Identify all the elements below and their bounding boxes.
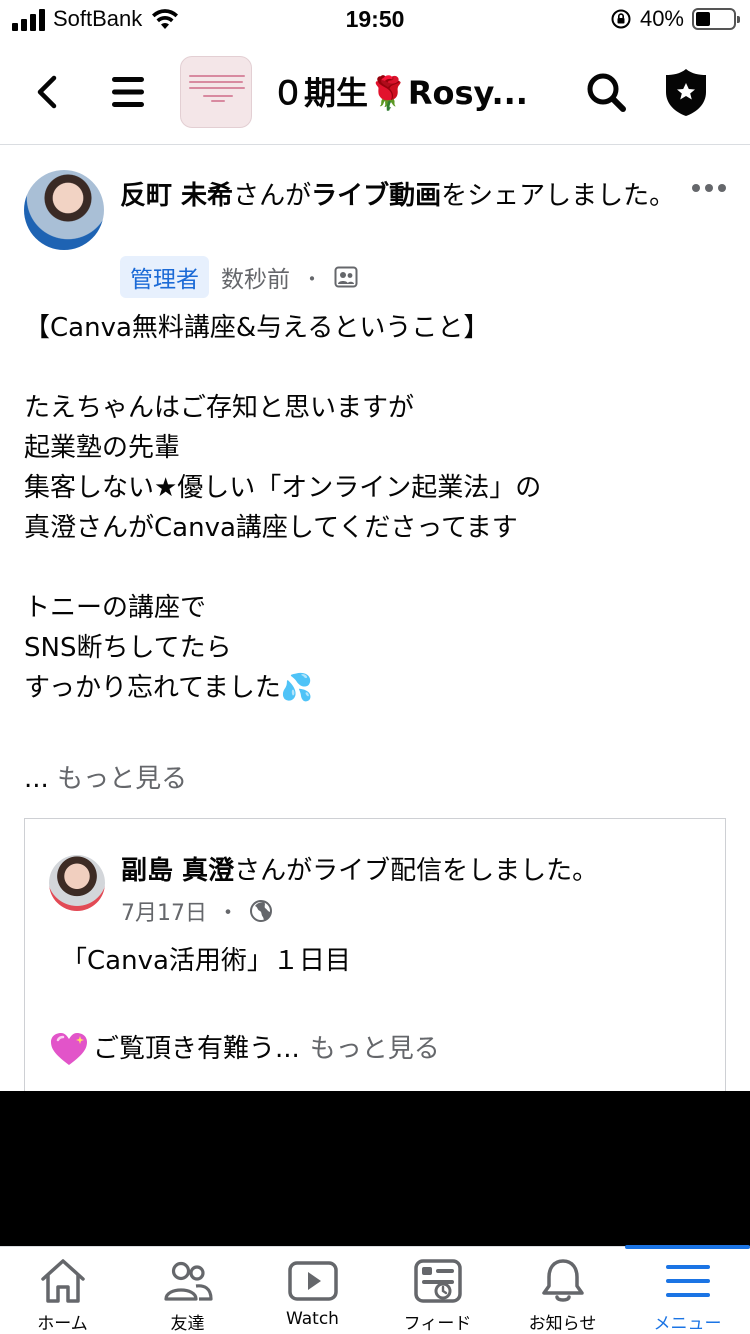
meta-separator: ・ [302, 266, 322, 291]
bottom-tab-bar: ホーム 友達 Watch フィード お知らせ メニュー [0, 1245, 750, 1334]
shared-preview-text: ご覧頂き有難う... [93, 1034, 300, 1064]
action-suffix: をシェアしました。 [441, 181, 676, 211]
tab-watch[interactable]: Watch [250, 1247, 375, 1334]
tab-label-feed: フィード [403, 1314, 472, 1334]
see-more-link[interactable]: ... もっと見る [24, 758, 187, 795]
battery-icon [692, 8, 740, 30]
shared-meta: 7月17日 ・ [121, 895, 273, 927]
post-author-line: 反町 未希さんがライブ動画をシェアしました。 [120, 176, 680, 216]
live-video-area[interactable] [0, 1091, 750, 1246]
hamburger-menu-icon[interactable] [106, 74, 150, 110]
tab-label-menu: メニュー [653, 1314, 722, 1334]
shared-live-card[interactable]: 副島 真澄さんがライブ配信をしました。 7月17日 ・ 「Canva活用術」１日… [24, 818, 726, 1098]
author-name[interactable]: 反町 未希 [120, 181, 233, 211]
admin-badge: 管理者 [120, 256, 209, 298]
see-more-label[interactable]: もっと見る [57, 764, 187, 794]
search-icon[interactable] [584, 70, 628, 114]
shared-date[interactable]: 7月17日 [121, 895, 207, 927]
home-icon [40, 1259, 85, 1303]
feed-icon [413, 1259, 462, 1303]
status-bar: SoftBank 19:50 40% [0, 0, 750, 42]
tab-label-friends: 友達 [170, 1314, 205, 1334]
tab-notifications[interactable]: お知らせ [500, 1247, 625, 1334]
bell-icon [541, 1259, 584, 1302]
tab-menu[interactable]: メニュー [625, 1245, 750, 1334]
shared-preview-line: ご覧頂き有難う... もっと見る [49, 1029, 440, 1069]
action-object[interactable]: ライブ動画 [311, 181, 441, 211]
post-meta: 管理者 数秒前 ・ [120, 256, 358, 298]
tab-home[interactable]: ホーム [0, 1247, 125, 1334]
tab-label-home: ホーム [37, 1314, 88, 1334]
shared-separator: ・ [217, 901, 240, 926]
shared-body-text: 「Canva活用術」１日目 [61, 946, 351, 976]
battery-percent: 40% [639, 6, 684, 31]
tab-feed[interactable]: フィード [375, 1247, 500, 1334]
menu-icon [665, 1265, 710, 1297]
more-options-icon[interactable] [692, 184, 726, 192]
back-icon[interactable] [28, 72, 68, 112]
shared-action: さんがライブ配信をしました。 [234, 856, 599, 886]
tab-friends[interactable]: 友達 [125, 1247, 250, 1334]
tab-label-watch: Watch [286, 1309, 339, 1329]
post-body-text: 【Canva無料講座&与えるということ】 たえちゃんはご存知と思いますが 起業塾… [24, 313, 542, 703]
friends-icon [163, 1261, 213, 1301]
see-more-ellipsis: ... [24, 764, 49, 794]
rotation-lock-icon [611, 9, 631, 29]
shared-author-line: 副島 真澄さんがライブ配信をしました。 [121, 851, 598, 891]
shared-author-avatar[interactable] [49, 855, 105, 911]
post-time[interactable]: 数秒前 [221, 260, 290, 294]
group-audience-icon [334, 266, 358, 288]
group-cover-thumbnail[interactable] [180, 56, 252, 128]
post-header: 反町 未希さんがライブ動画をシェアしました。 管理者 数秒前 ・ [0, 146, 750, 298]
top-nav-bar: ０期生🌹Rosy... [0, 42, 750, 145]
shared-author-name[interactable]: 副島 真澄 [121, 856, 234, 886]
admin-shield-icon[interactable] [662, 66, 710, 118]
group-title[interactable]: ０期生🌹Rosy... [272, 68, 528, 114]
watch-icon [287, 1261, 338, 1301]
action-prefix: さんが [233, 181, 312, 211]
sparkling-heart-icon [51, 1033, 87, 1065]
status-right: 40% [610, 6, 740, 32]
shared-see-more-link[interactable]: もっと見る [310, 1029, 440, 1069]
tab-label-notifications: お知らせ [528, 1314, 597, 1334]
globe-icon [250, 900, 273, 922]
author-avatar[interactable] [24, 170, 104, 250]
